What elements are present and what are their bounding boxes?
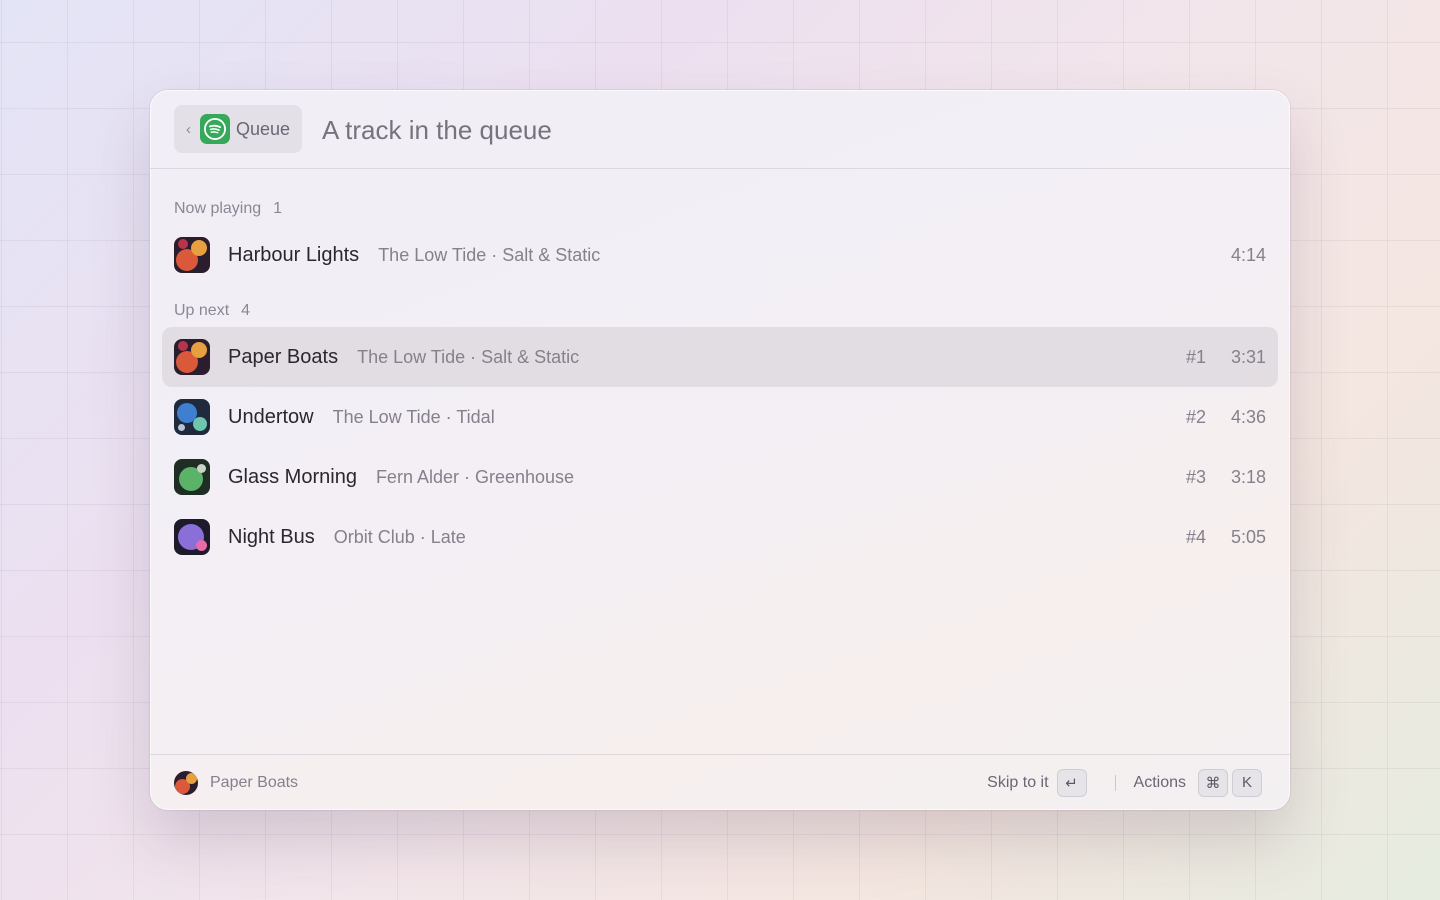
track-duration: 5:05 xyxy=(1230,526,1266,547)
actions-button[interactable]: Actions xyxy=(1134,774,1186,792)
track-title: Night Bus xyxy=(228,525,315,548)
section-label: Now playing xyxy=(174,200,262,217)
track-title: Glass Morning xyxy=(228,465,357,488)
track-duration: 4:36 xyxy=(1230,406,1266,427)
track-subtitle: Orbit Club · Late xyxy=(333,526,466,547)
track-duration: 3:18 xyxy=(1230,466,1266,487)
album-art-salt-static xyxy=(174,339,210,375)
track-title: Harbour Lights xyxy=(228,243,360,266)
queue-position: #1 xyxy=(1185,346,1206,367)
back-queue-button[interactable]: ‹ Queue xyxy=(174,105,303,153)
queue-row-1[interactable]: Paper Boats The Low Tide · Salt & Static… xyxy=(162,327,1278,387)
track-duration: 4:14 xyxy=(1230,244,1266,265)
queue-row-2[interactable]: Undertow The Low Tide · Tidal #2 4:36 xyxy=(162,387,1278,447)
track-subtitle: The Low Tide · Tidal xyxy=(332,406,495,427)
chevron-left-icon: ‹ xyxy=(186,120,191,138)
queue-position: #2 xyxy=(1185,406,1206,427)
queue-row-3[interactable]: Glass Morning Fern Alder · Greenhouse #3… xyxy=(162,447,1278,507)
header-bar: ‹ Queue xyxy=(150,90,1290,169)
command-key-icon: ⌘ xyxy=(1198,768,1228,797)
return-key-icon: ↵ xyxy=(1056,768,1087,797)
skip-to-it-button[interactable]: Skip to it xyxy=(987,774,1048,792)
back-chip-label: Queue xyxy=(236,118,291,139)
album-art-late xyxy=(174,519,210,555)
search-input[interactable] xyxy=(322,112,922,148)
current-track-title: Paper Boats xyxy=(210,773,299,791)
track-subtitle: The Low Tide · Salt & Static xyxy=(357,346,580,367)
launcher-window: ‹ Queue Now playing 1 Harbour Lights The … xyxy=(150,90,1290,810)
track-subtitle: The Low Tide · Salt & Static xyxy=(378,244,601,265)
current-track-art xyxy=(174,770,198,795)
footer-divider xyxy=(1114,774,1116,791)
track-title: Paper Boats xyxy=(228,345,339,368)
queue-position: #4 xyxy=(1185,526,1206,547)
album-art-tidal xyxy=(174,399,210,435)
k-key-icon: K xyxy=(1232,768,1262,797)
spotify-app-icon xyxy=(200,114,230,144)
track-title: Undertow xyxy=(228,405,314,428)
track-duration: 3:31 xyxy=(1230,346,1266,367)
track-subtitle: Fern Alder · Greenhouse xyxy=(375,466,575,487)
queue-position: #3 xyxy=(1185,466,1206,487)
footer-bar: Paper Boats Skip to it ↵ Actions ⌘ K xyxy=(150,754,1290,810)
section-count: 1 xyxy=(273,200,283,217)
section-count: 4 xyxy=(241,302,251,319)
queue-row-4[interactable]: Night Bus Orbit Club · Late #4 5:05 xyxy=(162,507,1278,567)
now-playing-row[interactable]: Harbour Lights The Low Tide · Salt & Sta… xyxy=(162,225,1278,285)
section-label: Up next xyxy=(174,302,230,319)
album-art-salt-static xyxy=(174,237,210,273)
album-art-greenhouse xyxy=(174,459,210,495)
section-now-playing: Now playing 1 xyxy=(174,200,282,218)
section-up-next: Up next 4 xyxy=(174,302,250,320)
